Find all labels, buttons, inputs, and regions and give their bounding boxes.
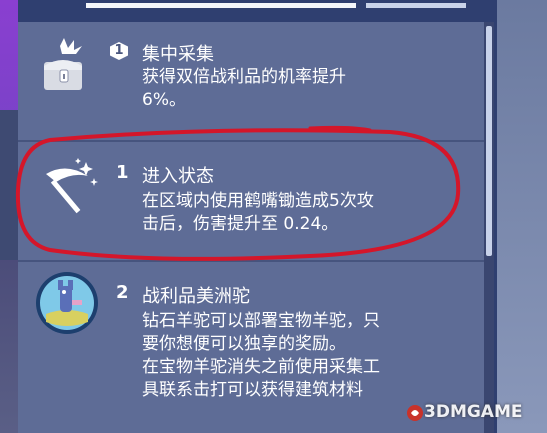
perk-description-line: 获得双倍战利品的机率提升 — [142, 67, 346, 87]
perk-item-collect[interactable]: 1 集中采集 获得双倍战利品的机率提升 6%。 — [18, 22, 484, 140]
perk-description: 钻石羊驼可以部署宝物羊驼，只 要你想便可以独享的奖励。 在宝物羊驼消失之前使用采… — [142, 310, 380, 402]
scrollbar-thumb[interactable] — [486, 26, 492, 256]
perk-level-badge: 1 — [110, 42, 128, 60]
background-right-strip — [497, 0, 547, 433]
perk-level: 2 — [116, 282, 129, 303]
watermark-text: 3DMGAME — [424, 402, 523, 422]
perk-description-line: 在宝物羊驼消失之前使用采集工 — [142, 357, 380, 377]
perk-description: 获得双倍战利品的机率提升 6%。 — [142, 66, 346, 112]
chest-burst-icon — [38, 36, 98, 96]
perk-description-line: 6%。 — [142, 90, 186, 110]
perk-description-line: 钻石羊驼可以部署宝物羊驼，只 — [142, 311, 380, 331]
watermark-logo-icon — [407, 405, 423, 421]
top-progress-decoration — [86, 0, 466, 10]
perk-title: 战利品美洲驼 — [142, 286, 250, 307]
perk-description-line: 具联系击打可以获得建筑材料 — [142, 380, 363, 400]
highlight-circle-annotation — [15, 125, 461, 261]
perk-description-line: 要你想便可以独享的奖励。 — [142, 334, 346, 354]
perk-title: 集中采集 — [142, 44, 214, 65]
llama-icon — [34, 270, 100, 336]
